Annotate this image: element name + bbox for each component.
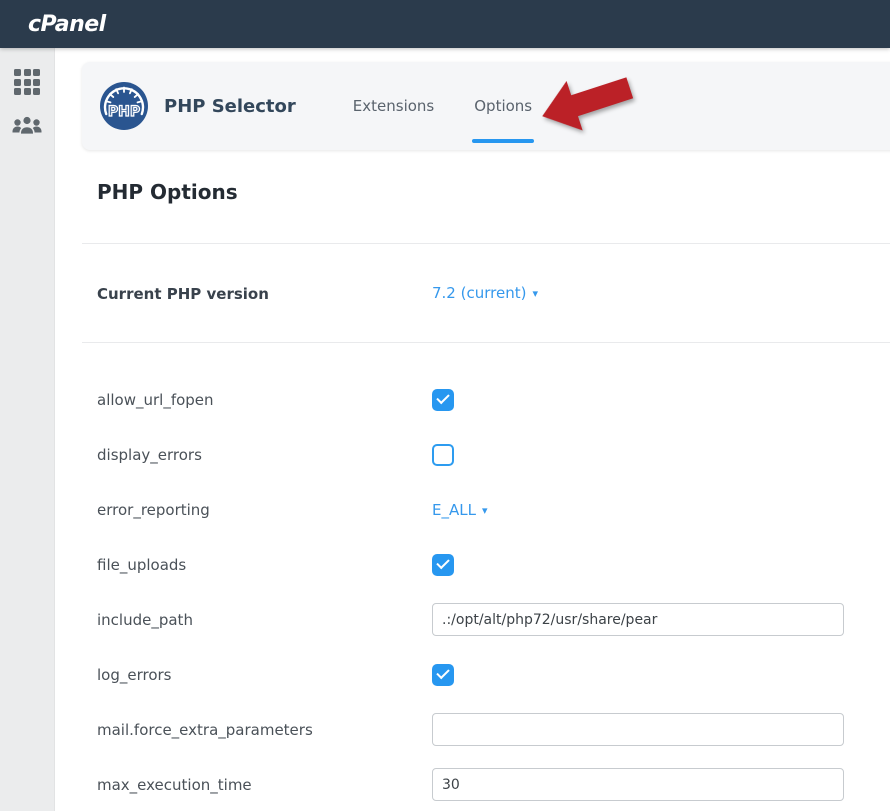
option-control: E_ALL ▾ <box>432 500 487 519</box>
php-logo-text: PHP <box>108 104 140 120</box>
php-version-value: 7.2 (current) <box>432 284 526 302</box>
page-title: PHP Options <box>97 178 890 206</box>
php-version-dropdown[interactable]: 7.2 (current) ▾ <box>432 284 538 302</box>
current-php-version-label: Current PHP version <box>97 285 269 303</box>
option-label: display_errors <box>97 446 202 464</box>
log_errors-checkbox[interactable] <box>432 664 454 686</box>
php-selector-header: PHP PHP Selector Extensions Options <box>82 62 890 150</box>
cpanel-logo[interactable]: cPanel <box>28 12 106 37</box>
option-label: file_uploads <box>97 556 186 574</box>
sidebar-item-apps[interactable] <box>9 64 45 100</box>
file_uploads-checkbox[interactable] <box>432 554 454 576</box>
divider <box>82 342 890 343</box>
options-list: allow_url_fopen display_errors error_rep… <box>82 372 890 811</box>
top-navigation-bar: cPanel <box>0 0 890 48</box>
option-label: log_errors <box>97 666 172 684</box>
option-label: mail.force_extra_parameters <box>97 721 313 739</box>
tab-extensions[interactable]: Extensions <box>351 62 436 150</box>
option-label: max_execution_time <box>97 776 252 794</box>
sidebar-item-user-groups[interactable] <box>9 110 45 146</box>
option-label: error_reporting <box>97 501 210 519</box>
error_reporting-value: E_ALL <box>432 501 476 519</box>
option-control <box>432 389 454 411</box>
option-control <box>432 444 454 466</box>
apps-grid-icon <box>14 69 40 95</box>
option-row: mail.force_extra_parameters <box>82 702 890 757</box>
chevron-down-icon: ▾ <box>482 504 488 517</box>
header-tabs: Extensions Options <box>351 62 534 150</box>
current-php-version-row: Current PHP version 7.2 (current) ▾ <box>82 244 890 342</box>
include_path-input[interactable] <box>432 603 844 636</box>
option-row: allow_url_fopen <box>82 372 890 427</box>
left-sidebar <box>0 48 55 811</box>
option-row: error_reporting E_ALL ▾ <box>82 482 890 537</box>
php-options-section: PHP Options Current PHP version 7.2 (cur… <box>55 178 890 811</box>
option-label: include_path <box>97 611 193 629</box>
display_errors-checkbox[interactable] <box>432 444 454 466</box>
allow_url_fopen-checkbox[interactable] <box>432 389 454 411</box>
error_reporting-dropdown[interactable]: E_ALL ▾ <box>432 501 487 519</box>
option-row: display_errors <box>82 427 890 482</box>
main-panel: PHP PHP Selector Extensions Options PHP O… <box>55 48 890 811</box>
option-row: include_path <box>82 592 890 647</box>
tab-options[interactable]: Options <box>472 62 534 150</box>
option-label: allow_url_fopen <box>97 391 214 409</box>
php-selector-logo-icon: PHP <box>100 82 148 130</box>
chevron-down-icon: ▾ <box>532 287 538 300</box>
app-title: PHP Selector <box>164 96 296 117</box>
option-control <box>432 603 844 636</box>
option-control <box>432 554 454 576</box>
max_execution_time-input[interactable] <box>432 768 844 801</box>
option-row: max_execution_time <box>82 757 890 811</box>
option-control <box>432 664 454 686</box>
option-control <box>432 713 844 746</box>
option-control <box>432 768 844 801</box>
mail.force_extra_parameters-input[interactable] <box>432 713 844 746</box>
option-row: log_errors <box>82 647 890 702</box>
user-groups-icon <box>11 114 43 142</box>
red-annotation-arrow-icon <box>534 61 639 143</box>
option-row: file_uploads <box>82 537 890 592</box>
